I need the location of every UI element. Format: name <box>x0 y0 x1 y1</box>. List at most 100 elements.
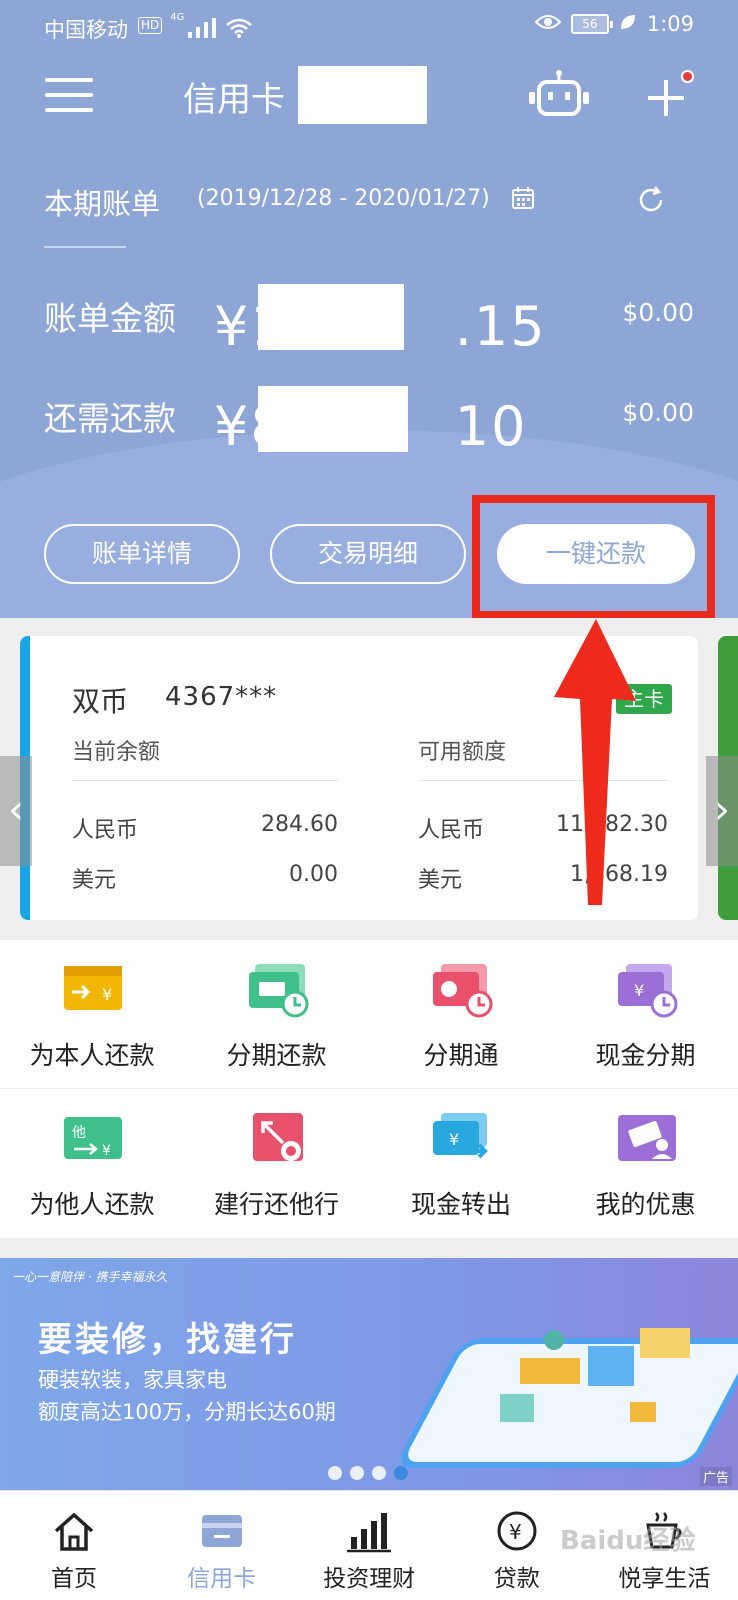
balance-usd-value: 0.00 <box>289 862 338 887</box>
banner-pager <box>328 1466 408 1480</box>
tab-label: 贷款 <box>493 1566 540 1592</box>
grid-tile-label: 为他人还款 <box>29 1190 155 1219</box>
divider <box>418 780 668 781</box>
refresh-icon[interactable] <box>635 184 667 216</box>
redacted-bill-amount <box>258 284 404 350</box>
bill-amount-label: 账单金额 <box>44 299 176 338</box>
signal-indicators: HD 4G <box>138 12 253 38</box>
svg-text:¥: ¥ <box>102 985 112 1004</box>
grid-tile-label: 分期还款 <box>226 1041 327 1070</box>
home-icon <box>52 1509 96 1553</box>
watermark: Baidu经验 <box>560 1526 696 1556</box>
signal-bar <box>196 27 201 38</box>
add-icon[interactable] <box>646 68 686 120</box>
page-title[interactable]: 信用卡 • <box>183 72 316 121</box>
pager-dot[interactable] <box>372 1466 386 1480</box>
app-bar: 信用卡 • <box>0 58 738 138</box>
svg-text:他: 他 <box>72 1125 86 1141</box>
grid-tile[interactable]: 分期还款 <box>185 940 369 1088</box>
banner-line-2: 额度高达100万，分期长达60期 <box>38 1400 336 1424</box>
grid-tile[interactable]: ¥ 现金分期 <box>554 940 738 1088</box>
quick-function-grid: ¥ 为本人还款 分期还款 分期通 ¥ 现金分期他 ¥ 为他人还款 建行还他行 ¥ 现金转出 我的优惠 <box>0 940 738 1238</box>
grid-tile-label: 为本人还款 <box>29 1041 155 1070</box>
balance-header: 当前余额 <box>72 740 161 765</box>
grid-tile-label: 现金转出 <box>410 1190 511 1219</box>
banner-title: 要装修，找建行 <box>38 1320 297 1360</box>
card-name: 双币 <box>72 685 129 718</box>
tab-credit-card[interactable]: 信用卡 <box>148 1491 296 1600</box>
banner-line-1: 硬装软装，家具家电 <box>38 1368 227 1392</box>
credit-usd-label: 美元 <box>418 868 463 893</box>
divider <box>72 780 338 781</box>
annotation-highlight-box <box>472 495 715 619</box>
grid-tile[interactable]: 他 ¥ 为他人还款 <box>0 1089 184 1237</box>
period-underline <box>44 246 126 248</box>
due-amount-usd: $0.00 <box>622 398 694 427</box>
menu-icon[interactable] <box>45 78 93 112</box>
grid-tile-label: 现金分期 <box>595 1041 696 1070</box>
signal-bar <box>204 22 209 38</box>
balance-rmb-value: 284.60 <box>261 812 338 837</box>
notification-dot <box>681 70 694 83</box>
grid-tile[interactable]: 我的优惠 <box>554 1089 738 1237</box>
investment-chart-icon <box>347 1509 392 1553</box>
svg-text:¥: ¥ <box>634 981 644 1000</box>
eye-comfort-icon <box>534 12 562 36</box>
tab-label: 首页 <box>51 1566 97 1592</box>
chevron-left-icon[interactable]: ‹ <box>0 756 32 866</box>
due-amount-label: 还需还款 <box>44 399 176 438</box>
status-bar: 中国移动 HD 4G 56 1:09 <box>0 0 738 52</box>
redacted-due-amount <box>258 386 408 452</box>
pager-dot-active[interactable] <box>394 1466 408 1480</box>
card-number: 4367*** <box>165 682 278 712</box>
balance-usd-label: 美元 <box>72 868 117 893</box>
transaction-detail-button[interactable]: 交易明细 <box>270 524 466 584</box>
bill-amount-usd: $0.00 <box>622 298 694 327</box>
status-right: 56 1:09 <box>534 12 694 36</box>
leaf-icon <box>619 12 637 36</box>
pager-dot[interactable] <box>350 1466 364 1480</box>
main-card-badge: 主卡 <box>616 684 672 714</box>
redacted-card-name <box>298 66 427 124</box>
battery-level: 56 <box>570 14 613 34</box>
grid-tile-label: 我的优惠 <box>595 1190 696 1219</box>
bill-period-range: (2019/12/28 - 2020/01/27) <box>197 186 490 211</box>
svg-text:¥: ¥ <box>509 1520 522 1544</box>
ad-label: 广告 <box>699 1467 732 1486</box>
svg-text:¥: ¥ <box>449 1130 459 1149</box>
credit-usd-value: 1,668.19 <box>570 862 668 887</box>
tab-home[interactable]: 首页 <box>0 1491 148 1600</box>
room-illustration <box>500 1328 690 1422</box>
wifi-icon <box>226 18 253 38</box>
loan-yen-icon: ¥ <box>495 1509 539 1553</box>
calendar-icon[interactable] <box>511 186 535 210</box>
banner-tagline: 一心一意陪伴 · 携手幸福永久 <box>12 1270 168 1284</box>
repay-other-bank-icon <box>247 1111 309 1167</box>
credit-rmb-label: 人民币 <box>418 818 485 843</box>
bill-detail-button[interactable]: 账单详情 <box>44 524 240 584</box>
grid-tile[interactable]: 建行还他行 <box>185 1089 369 1237</box>
grid-tile-label: 建行还他行 <box>213 1190 339 1219</box>
tab-label: 悦享生活 <box>618 1566 711 1592</box>
svg-text:¥: ¥ <box>102 1143 111 1159</box>
bill-period-label: 本期账单 <box>44 187 161 221</box>
credit-header: 可用额度 <box>418 740 507 765</box>
signal-bar <box>212 18 217 38</box>
grid-tile[interactable]: 分期通 <box>369 940 553 1088</box>
tab-investment-chart[interactable]: 投资理财 <box>295 1491 443 1600</box>
card-carousel[interactable]: 双币 4367*** 主卡 当前余额 可用额度 人民币 284.60 美元 0.… <box>0 618 738 940</box>
promo-banner[interactable]: 一心一意陪伴 · 携手幸福永久 要装修，找建行 硬装软装，家具家电 额度高达10… <box>0 1258 738 1490</box>
grid-tile[interactable]: ¥ 现金转出 <box>369 1089 553 1237</box>
my-offers-icon <box>616 1111 678 1167</box>
credit-rmb-value: 11,082.30 <box>556 812 668 837</box>
self-repay-icon: ¥ <box>62 962 124 1018</box>
chevron-right-icon[interactable]: › <box>706 756 738 866</box>
credit-card-panel[interactable]: 双币 4367*** 主卡 当前余额 可用额度 人民币 284.60 美元 0.… <box>20 636 698 920</box>
cash-transfer-icon: ¥ <box>431 1111 493 1167</box>
network-type: 4G <box>170 12 185 23</box>
balance-rmb-label: 人民币 <box>72 818 139 843</box>
pager-dot[interactable] <box>328 1466 342 1480</box>
robot-assistant-icon[interactable] <box>526 70 592 120</box>
repay-others-icon: 他 ¥ <box>62 1111 124 1167</box>
grid-tile[interactable]: ¥ 为本人还款 <box>0 940 184 1088</box>
